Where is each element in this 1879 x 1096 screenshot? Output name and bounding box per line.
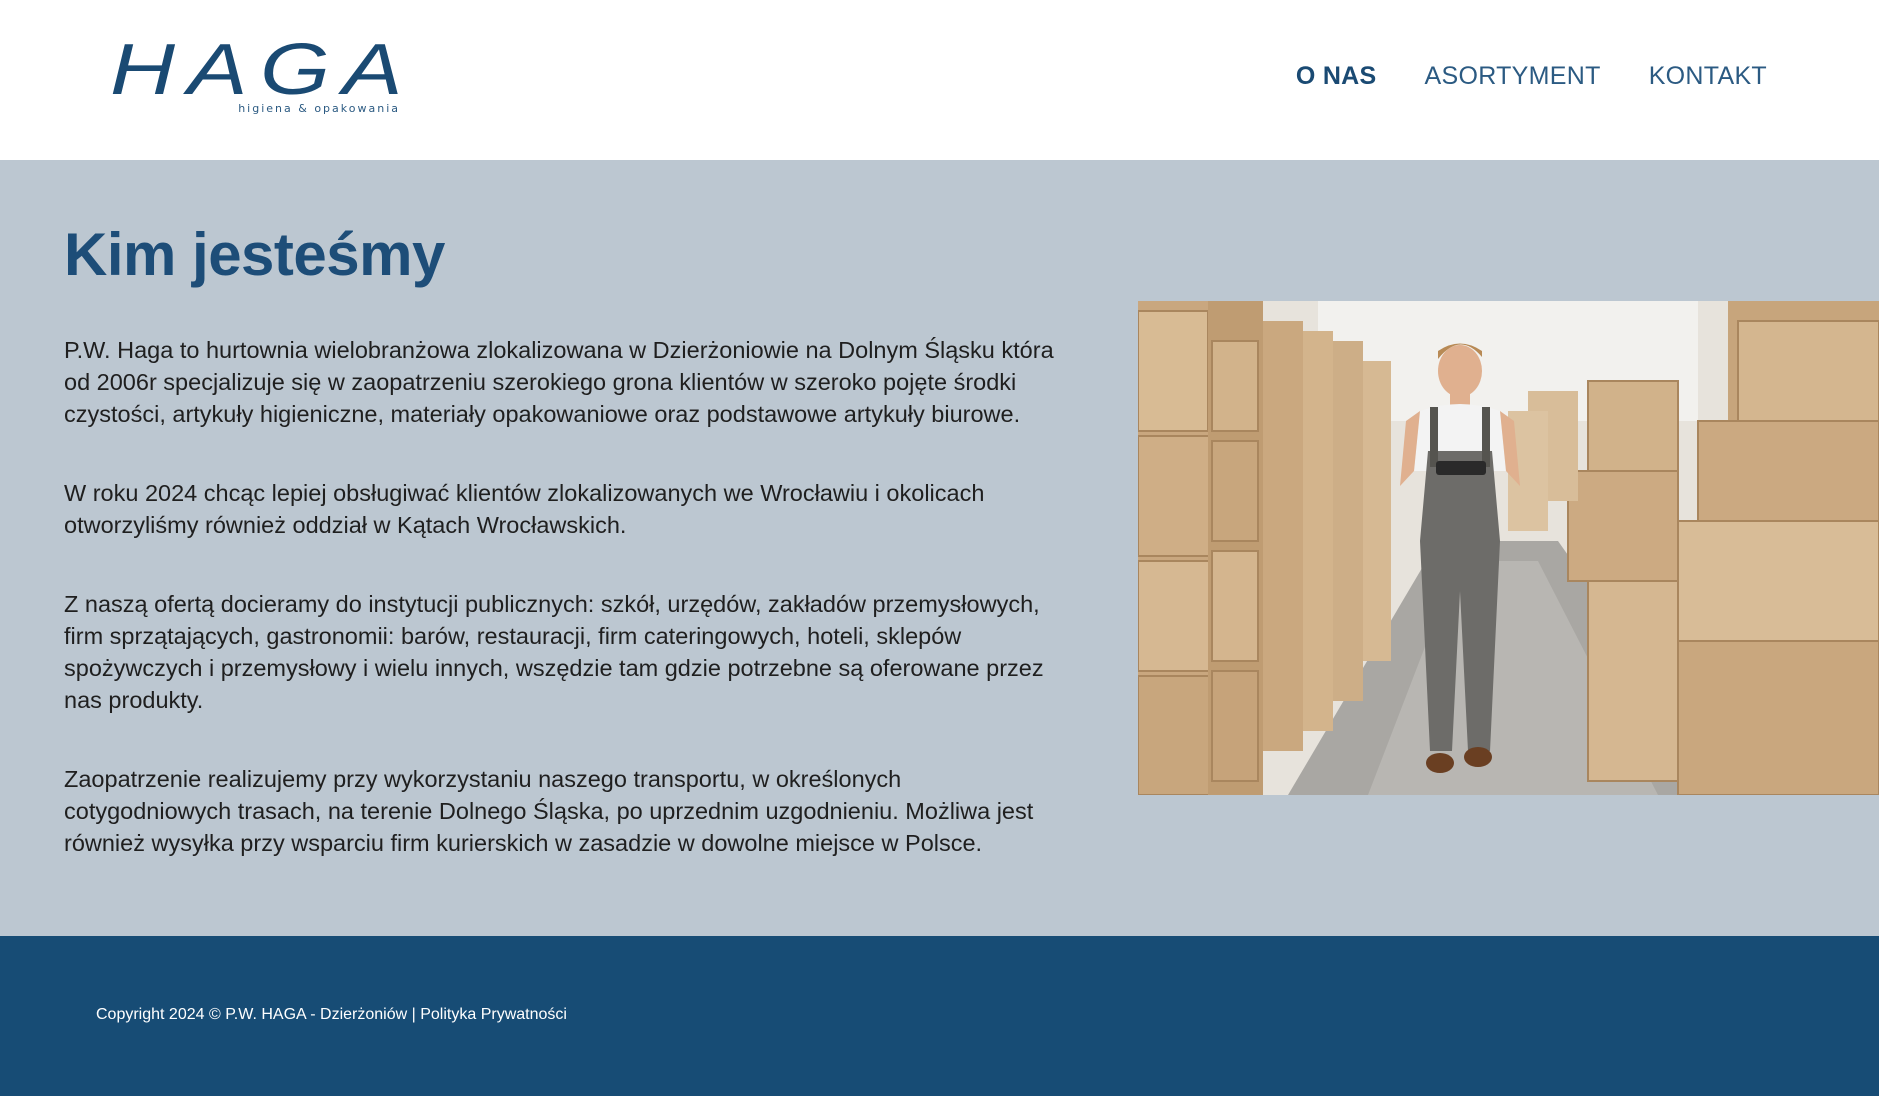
about-section: Kim jesteśmy P.W. Haga to hurtownia wiel… [0, 160, 1879, 936]
privacy-policy-link[interactable]: Polityka Prywatności [420, 1006, 567, 1023]
site-logo[interactable]: HAGA higiena & opakowania [110, 34, 403, 118]
warehouse-worker-photo [1138, 301, 1879, 795]
about-paragraph: Zaopatrzenie realizujemy przy wykorzysta… [64, 766, 1034, 856]
copyright-text: Copyright 2024 © P.W. HAGA - Dzierżoniów… [96, 1006, 567, 1024]
about-paragraph: W roku 2024 chcąc lepiej obsługiwać klie… [64, 480, 985, 538]
site-header: HAGA higiena & opakowania O NAS ASORTYME… [0, 0, 1879, 160]
about-paragraph: Z naszą ofertą docieramy do instytucji p… [64, 591, 1044, 713]
nav-item-asortyment[interactable]: ASORTYMENT [1425, 62, 1601, 91]
about-text: P.W. Haga to hurtownia wielobranżowa zlo… [64, 334, 1064, 906]
copyright-label: Copyright 2024 © P.W. HAGA - Dzierżoniów… [96, 1006, 421, 1023]
nav-item-o-nas[interactable]: O NAS [1296, 62, 1377, 91]
page-title: Kim jesteśmy [64, 221, 445, 288]
logo-wordmark: HAGA [110, 30, 416, 110]
logo-tagline: higiena & opakowania [238, 102, 400, 115]
nav-item-kontakt[interactable]: KONTAKT [1649, 62, 1767, 91]
about-paragraph: P.W. Haga to hurtownia wielobranżowa zlo… [64, 337, 1054, 427]
main-nav: O NAS ASORTYMENT KONTAKT [1296, 62, 1767, 91]
site-footer: Copyright 2024 © P.W. HAGA - Dzierżoniów… [0, 936, 1879, 1096]
